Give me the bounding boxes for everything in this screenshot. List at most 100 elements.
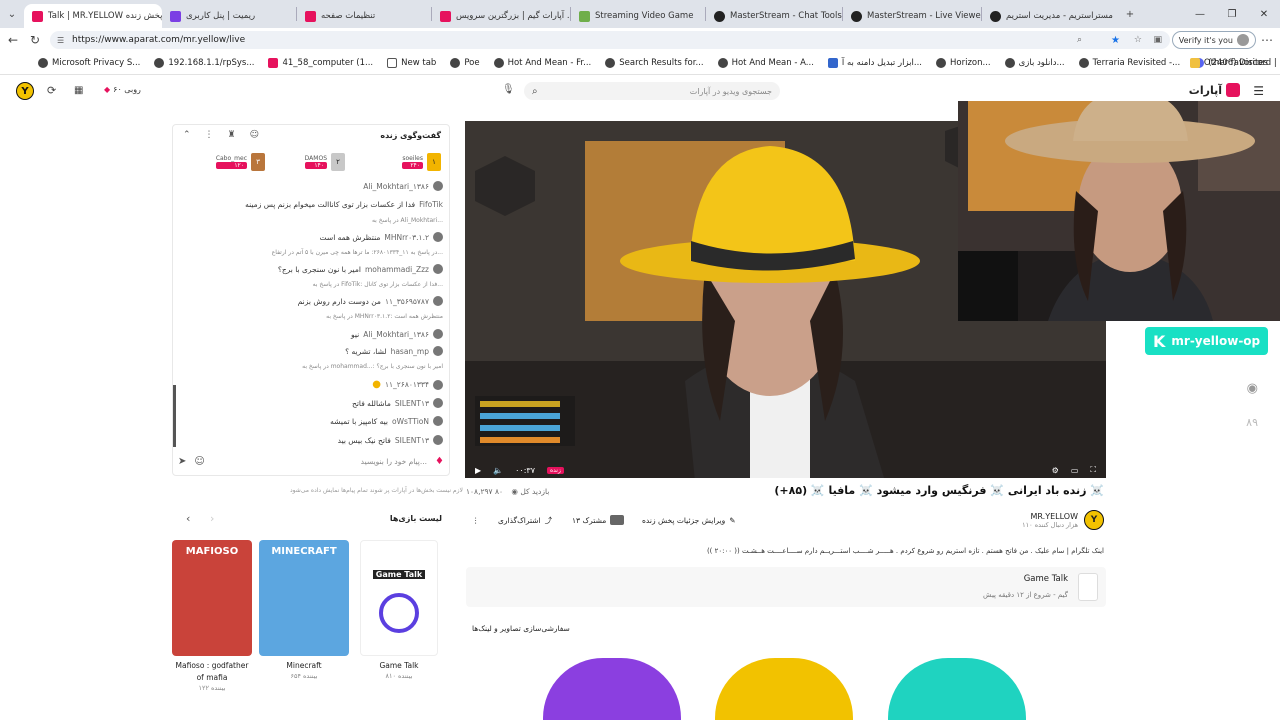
bookmark-item[interactable]: Hot And Mean - A... [717,58,814,68]
current-game-card[interactable]: Game Talk گیم - شروع از ۱۲ دقیقه پیش [466,567,1106,607]
top-donator-1[interactable]: soeiles ۲۴۰ ۱ [402,153,441,171]
bookmark-item[interactable]: دانلود بازی... [1004,58,1065,68]
bookmark-label: دانلود بازی... [1018,58,1065,68]
tab-label: Streaming Video Game [595,11,694,21]
tab-label: مستراستریم - مدیریت استریم [1006,11,1113,21]
new-tab-icon[interactable]: + [1118,0,1142,28]
subscribe-button[interactable]: ۱۳ مشترک [566,512,630,528]
bookmark-item[interactable]: Horizon... [936,58,991,68]
tab[interactable]: آپارات گیم | بزرگترین سرویس .... [432,4,570,28]
tool-icon [827,58,838,68]
grid-icon[interactable]: ▦ [74,85,83,96]
mic-icon[interactable]: 🎙 [502,84,515,95]
game-card[interactable]: MINECRAFT Minecraft ۶۵۴ بیننده [259,540,349,680]
hamburger-icon[interactable]: ☰ [1253,84,1264,98]
aparat-logo[interactable]: آپارات [1189,83,1240,97]
aparat-favicon [268,58,279,68]
ruby-icon[interactable]: ♦ [435,456,444,467]
url-bar[interactable]: ☰ https://www.aparat.com/mr.yellow/live … [50,31,1170,49]
bookmark-item[interactable]: New tab [387,58,436,68]
tab[interactable]: ریمیت | پنل کاربری [162,4,296,28]
chat-message: ماشالله فاتح SILENT۱۳ [352,398,443,408]
chat-reply: در پاسخ به ۱۱_۲۶۸۰۱۳۳۴: ما ترها همه چی م… [272,249,443,256]
customize-button[interactable]: سفارشی‌سازی تصاویر و لینک‌ها [466,620,576,636]
game-card[interactable]: Game Talk Game Talk ۸۱۰ بیننده [360,540,438,680]
chevron-right-icon[interactable]: › [210,512,214,525]
other-favorites[interactable]: Other favorites [1189,58,1268,68]
minimize-icon[interactable]: — [1184,0,1216,28]
favorites-icon[interactable]: ☆ [1134,35,1142,45]
chevron-left-icon[interactable]: ‹ [186,512,190,525]
bookmark-item[interactable]: Microsoft Privacy S... [38,58,140,68]
more-vertical-icon[interactable]: ⋮ [205,130,214,140]
logo-text: آپارات [1188,83,1222,97]
game-thumbnail: MINECRAFT [259,540,349,656]
verify-button[interactable]: Verify it's you [1171,31,1256,49]
fullscreen-icon[interactable]: ⛶ [1090,465,1096,475]
volume-icon[interactable]: 🔈 [493,466,503,475]
chat-scrollbar[interactable] [173,385,176,447]
tab-label: تنظیمات صفحه [321,11,376,21]
more-options-icon[interactable]: ⋮ [466,512,486,528]
theater-icon[interactable]: ▭ [1071,466,1079,475]
emoji-icon: ● [372,379,381,390]
profile-avatar-icon [1237,34,1249,46]
tab[interactable]: MasterStream - Chat Tools [706,4,842,28]
eye-icon[interactable]: ◉ [1247,381,1258,396]
bookmark-item[interactable]: Terraria Revisited -... [1078,58,1180,68]
collections-icon[interactable]: ▣ [1153,35,1162,45]
site-info-icon[interactable]: ☰ [57,36,64,45]
share-button[interactable]: اشتراک‌گذاری ⤴ [492,512,558,528]
tab[interactable]: Streaming Video Game [571,4,705,28]
bookmark-item[interactable]: Poe [450,58,480,68]
panel-sticker[interactable] [543,658,681,720]
tab[interactable]: مستراستریم - مدیریت استریم✕ [982,4,1118,28]
search-icon[interactable]: ⌕ [532,86,538,97]
tab[interactable]: تنظیمات صفحه [297,4,431,28]
refresh-icon[interactable]: ⟳ [47,84,56,97]
tab[interactable]: MasterStream - Live Viewer [843,4,981,28]
favorite-star-icon[interactable]: ★ [1111,35,1120,46]
panel-sticker[interactable] [715,658,853,720]
tab-active[interactable]: Talk | MR.YELLOW پخش زنده ✕ [24,4,162,28]
send-icon[interactable]: ➤ [178,456,186,467]
game-views: ۱۲۲ بیننده [198,684,226,692]
emoji-picker-icon[interactable]: ☺ [194,456,204,467]
reload-icon[interactable]: ↻ [24,29,46,51]
channel-info[interactable]: MR.YELLOW ۱۱۰ هزار دنبال کننده Y [1022,510,1104,530]
thumb-label: MAFIOSO [185,546,239,557]
bookmark-item[interactable]: Hot And Mean - Fr... [493,58,591,68]
webcam-frame [958,101,1280,321]
tab-actions-icon[interactable]: ⌄ [0,0,24,28]
bookmark-item[interactable]: 192.168.1.1/rpSys... [154,58,254,68]
user-avatar[interactable]: Y [16,82,34,100]
people-icon[interactable]: ☺ [250,130,259,140]
coins-badge[interactable]: ◆ ۶۰ روبی [104,85,141,94]
top-donator-2[interactable]: DAMOS ۱۴۰ ۲ [304,153,345,171]
search-input[interactable]: ⌕ جستجوی ویدیو در آپارات [524,82,780,100]
bookmark-item[interactable]: Search Results for... [605,58,704,68]
maximize-icon[interactable]: ❐ [1216,0,1248,28]
zoom-icon[interactable]: ⌕ [1077,35,1082,45]
bookmark-item[interactable]: ابزار تبدیل دامنه به آ... [827,58,922,68]
channel-badge: K mr-yellow-op [1145,327,1269,355]
trophy-icon[interactable]: ♜ [228,130,236,140]
settings-icon[interactable]: ⚙ [1052,466,1059,475]
chevron-up-icon[interactable]: ⌃ [183,130,191,140]
chat-text: لشا، تشریه ؟ [345,346,387,356]
edit-live-button[interactable]: ویرایش جزئیات پخش زنده ✎ [636,512,742,528]
bookmark-item[interactable]: 41_58_computer (1... [268,58,373,68]
channel-avatar[interactable]: Y [1084,510,1104,530]
back-icon[interactable]: ← [2,29,24,51]
folder-icon [1189,58,1200,68]
more-menu-icon[interactable]: ⋯ [1256,29,1278,51]
chat-user: FifoTik [419,200,443,209]
play-icon[interactable]: ▶ [475,466,481,475]
globe-icon [38,58,48,68]
donator-amount: ۱۴۰ [304,162,327,169]
game-card[interactable]: MAFIOSO Mafioso : godfather of mafia ۱۲۲… [172,540,252,692]
close-window-icon[interactable]: ✕ [1248,0,1280,28]
panel-sticker[interactable] [888,658,1026,720]
chat-input[interactable]: پیام خود را بنویسید... [361,457,427,466]
top-donator-3[interactable]: Cabo_mec ۱۲۰ ۳ [215,153,265,171]
